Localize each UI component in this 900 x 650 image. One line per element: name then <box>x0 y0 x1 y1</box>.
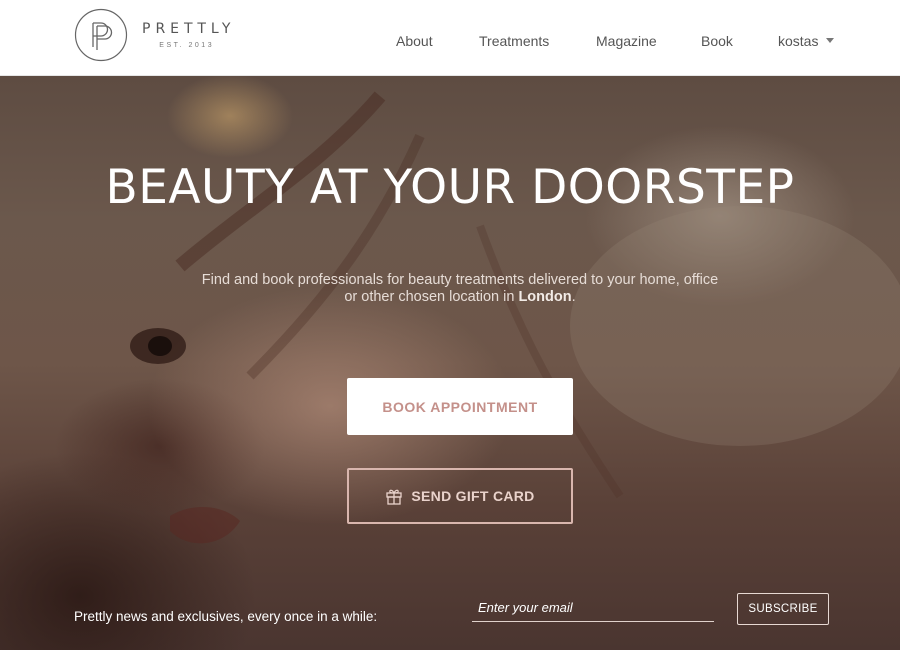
site-header: PRETTLY EST. 2013 About Treatments Magaz… <box>0 0 900 76</box>
chevron-down-icon <box>826 38 835 43</box>
nav-magazine[interactable]: Magazine <box>596 33 657 49</box>
description-end: . <box>571 289 576 305</box>
hero-section: BEAUTY AT YOUR DOORSTEP Find and book pr… <box>0 76 900 650</box>
main-nav: About Treatments Magazine Book kostas <box>0 33 900 53</box>
hero-description: Find and book professionals for beauty t… <box>200 272 720 306</box>
email-input[interactable] <box>472 594 714 622</box>
nav-treatments[interactable]: Treatments <box>479 33 549 49</box>
description-city: London <box>518 289 572 305</box>
book-appointment-button[interactable]: BOOK APPOINTMENT <box>347 378 573 435</box>
nav-book[interactable]: Book <box>701 33 733 49</box>
nav-user-menu[interactable]: kostas <box>778 33 835 49</box>
send-gift-card-button[interactable]: SEND GIFT CARD <box>347 468 573 524</box>
newsletter-label: Prettly news and exclusives, every once … <box>74 609 378 624</box>
user-name: kostas <box>778 33 819 49</box>
gift-button-label: SEND GIFT CARD <box>411 488 535 504</box>
hero-title: BEAUTY AT YOUR DOORSTEP <box>105 160 795 215</box>
description-text: Find and book professionals for beauty t… <box>201 272 719 305</box>
subscribe-button[interactable]: SUBSCRIBE <box>737 593 829 625</box>
gift-icon <box>386 489 403 505</box>
nav-about[interactable]: About <box>396 33 433 49</box>
